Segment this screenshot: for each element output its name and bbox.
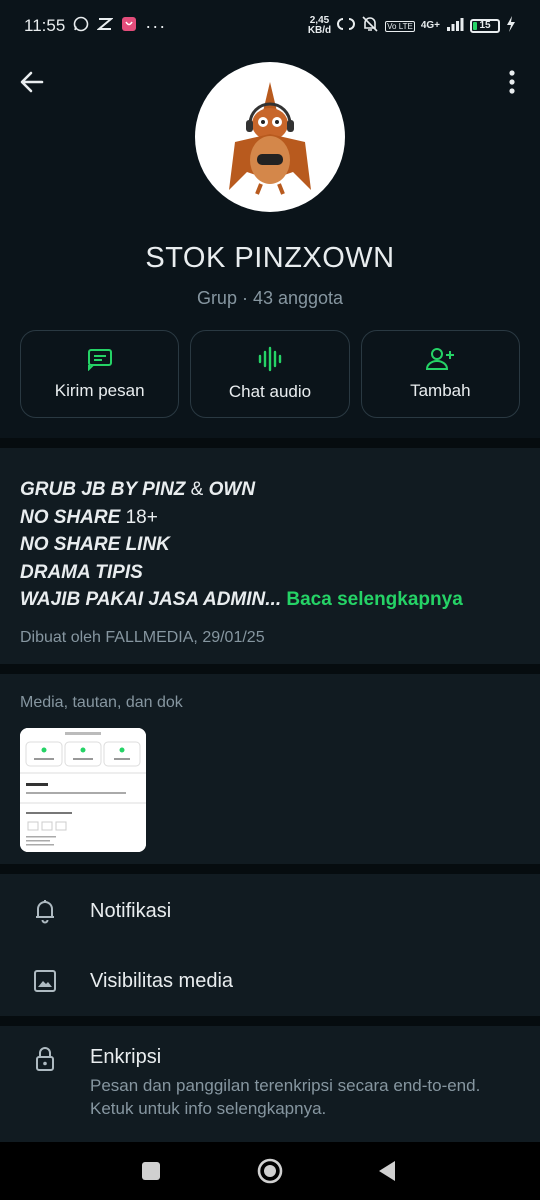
media-section-title[interactable]: Media, tautan, dan dok — [20, 694, 183, 712]
action-buttons: Kirim pesan Chat audio Tambah — [20, 330, 520, 418]
home-circle-icon — [257, 1158, 283, 1184]
send-message-button[interactable]: Kirim pesan — [20, 330, 180, 418]
section-divider — [0, 438, 540, 448]
status-time: 11:55 — [24, 16, 66, 35]
desc-line-3: NO SHARE LINK — [20, 534, 170, 555]
volte-badge: Vo LTE — [385, 20, 415, 32]
battery-fill — [473, 22, 477, 30]
desc-line-2b: 18+ — [120, 506, 158, 528]
encryption-row[interactable]: Enkripsi Pesan dan panggilan terenkripsi… — [0, 1026, 540, 1142]
settings-section: Notifikasi Visibilitas media — [0, 874, 540, 1016]
charging-icon — [506, 15, 516, 37]
section-divider — [0, 1016, 540, 1026]
section-divider — [0, 864, 540, 874]
more-vert-icon — [509, 70, 515, 94]
system-navigation-bar — [0, 1142, 540, 1200]
created-by: Dibuat oleh FALLMEDIA, 29/01/25 — [20, 628, 265, 646]
lock-icon — [36, 1047, 54, 1071]
back-arrow-icon — [20, 71, 44, 93]
encryption-subtitle: Pesan dan panggilan terenkripsi secara e… — [90, 1076, 481, 1118]
recent-apps-button[interactable] — [141, 1161, 161, 1186]
triangle-back-icon — [379, 1161, 395, 1181]
media-section: Media, tautan, dan dok — [0, 674, 540, 864]
media-thumbnail[interactable] — [20, 728, 146, 852]
read-more-link[interactable]: Baca selengkapnya — [286, 589, 462, 610]
audio-chat-button[interactable]: Chat audio — [190, 330, 350, 418]
notifications-row[interactable]: Notifikasi — [0, 876, 540, 946]
desc-line-1b: & — [185, 479, 209, 500]
hotspot-icon — [337, 16, 356, 36]
whatsapp-icon — [73, 16, 89, 37]
group-description: GRUB JB BY PINZ & OWN NO SHARE 18+ NO SH… — [0, 448, 540, 651]
media-visibility-row[interactable]: Visibilitas media — [0, 946, 540, 1016]
image-icon — [34, 970, 56, 992]
group-avatar[interactable] — [195, 62, 345, 212]
home-button[interactable] — [257, 1158, 283, 1189]
desc-line-1a: GRUB JB BY PINZ — [20, 479, 186, 500]
notifications-label: Notifikasi — [90, 899, 172, 922]
add-member-label: Tambah — [410, 381, 471, 400]
message-icon — [87, 349, 112, 371]
desc-line-1c: OWN — [208, 479, 256, 500]
section-divider — [0, 664, 540, 674]
audio-wave-icon — [258, 346, 282, 372]
back-button[interactable] — [18, 68, 46, 96]
desc-line-2a: NO SHARE — [20, 506, 121, 528]
app-notification-icon — [121, 16, 137, 37]
battery-indicator: 15 — [470, 19, 500, 33]
net-speed: 2,45 KB/d — [307, 15, 332, 36]
signal-icon — [446, 16, 464, 36]
group-description-section[interactable]: GRUB JB BY PINZ & OWN NO SHARE 18+ NO SH… — [0, 448, 540, 664]
audio-chat-label: Chat audio — [228, 382, 312, 401]
send-message-label: Kirim pesan — [54, 381, 145, 400]
desc-line-4: DRAMA TIPIS — [20, 561, 143, 583]
desc-line-5: WAJIB PAKAI JASA ADMIN — [20, 589, 266, 610]
back-nav-button[interactable] — [377, 1160, 397, 1187]
encryption-title: Enkripsi — [90, 1046, 162, 1068]
bell-off-icon — [361, 15, 379, 38]
group-name: STOK PINZXOWN — [145, 242, 395, 274]
group-member-count: Grup · 43 anggota — [196, 288, 344, 308]
more-options-button[interactable] — [500, 68, 524, 96]
status-bar: 11:55 ··· 2,45 KB/d Vo LTE 4G+ 15 — [0, 0, 540, 52]
add-member-button[interactable]: Tambah — [360, 330, 520, 418]
add-person-icon — [426, 348, 455, 370]
square-icon — [142, 1162, 160, 1180]
pterodactyl-gamer-avatar — [229, 82, 311, 195]
desc-ellipsis: ... — [265, 589, 287, 610]
network-type: 4G+ — [420, 20, 440, 31]
bell-icon — [36, 900, 54, 924]
screenshot-thumbnail-image — [20, 728, 146, 852]
more-notifications-icon: ··· — [145, 15, 167, 36]
media-visibility-label: Visibilitas media — [90, 969, 234, 992]
capcut-icon — [96, 16, 115, 36]
